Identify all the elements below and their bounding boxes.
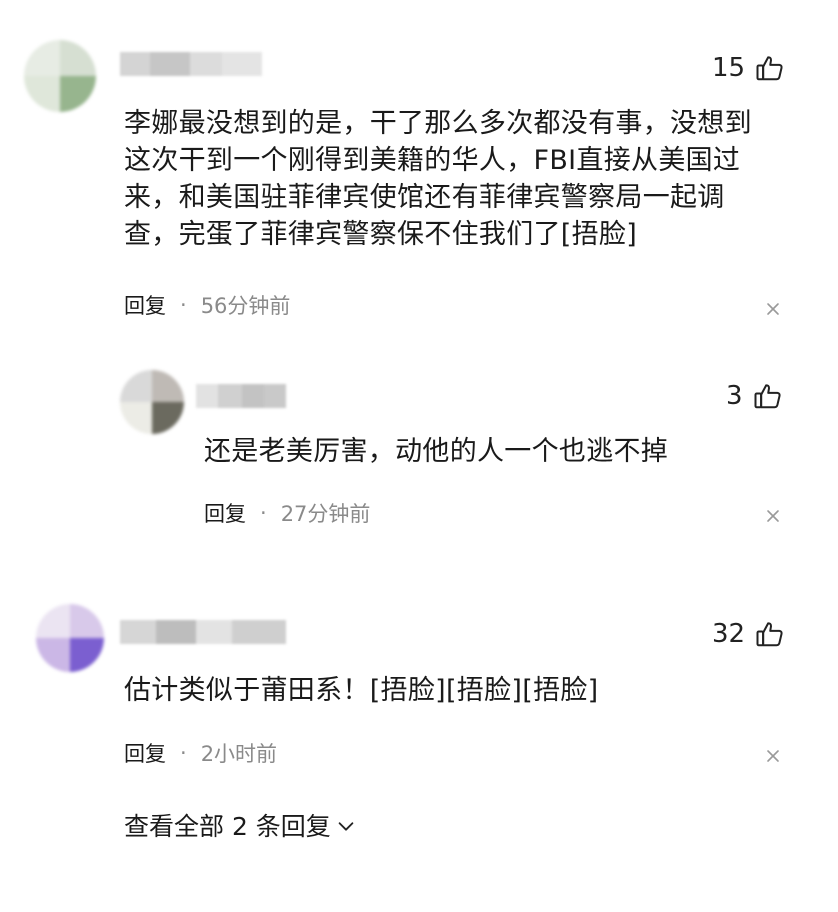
avatar[interactable] xyxy=(24,40,96,112)
dismiss-button[interactable] xyxy=(764,747,782,765)
timestamp: 27分钟前 xyxy=(280,502,371,526)
comment-meta: 回复 · 2小时前 xyxy=(124,738,277,768)
username-blurred[interactable] xyxy=(120,52,262,76)
like-control[interactable]: 32 xyxy=(712,616,785,652)
comment-text: 李娜最没想到的是，干了那么多次都没有事，没想到 这次干到一个刚得到美籍的华人，F… xyxy=(124,105,752,253)
meta-separator: · xyxy=(180,293,187,317)
comment-meta: 回复 · 56分钟前 xyxy=(124,290,290,320)
comment-text-line: 李娜最没想到的是，干了那么多次都没有事，没想到 xyxy=(124,108,752,139)
close-icon xyxy=(767,750,779,762)
meta-separator: · xyxy=(260,501,267,525)
like-count: 3 xyxy=(726,381,743,411)
comment-text-line: 来，和美国驻菲律宾使馆还有菲律宾警察局一起调 xyxy=(124,182,725,213)
reply-button[interactable]: 回复 xyxy=(124,290,166,320)
timestamp: 2小时前 xyxy=(200,742,278,766)
reply-button[interactable]: 回复 xyxy=(124,738,166,768)
username-blurred[interactable] xyxy=(120,620,286,644)
comment-text-line: 这次干到一个刚得到美籍的华人，FBI直接从美国过 xyxy=(124,145,741,176)
username-blurred[interactable] xyxy=(196,384,286,408)
comment-text: 估计类似于莆田系！[捂脸][捂脸][捂脸] xyxy=(124,672,599,709)
close-icon xyxy=(767,303,779,315)
chevron-down-icon xyxy=(338,822,354,831)
timestamp: 56分钟前 xyxy=(200,294,291,318)
meta-separator: · xyxy=(180,741,187,765)
reply-button[interactable]: 回复 xyxy=(204,498,246,528)
comments-page: 15 李娜最没想到的是，干了那么多次都没有事，没想到 这次干到一个刚得到美籍的华… xyxy=(0,0,838,912)
comment-text: 还是老美厉害，动他的人一个也逃不掉 xyxy=(204,433,668,470)
like-control[interactable]: 15 xyxy=(712,50,785,86)
comment-text-line: 查，完蛋了菲律宾警察保不住我们了[捂脸] xyxy=(124,219,638,250)
thumbs-up-icon[interactable] xyxy=(753,381,783,411)
comment-text-line: 估计类似于莆田系！[捂脸][捂脸][捂脸] xyxy=(124,675,599,706)
avatar[interactable] xyxy=(36,604,104,672)
like-count: 15 xyxy=(712,53,746,83)
view-all-replies-label: 查看全部 2 条回复 xyxy=(124,812,331,841)
comment-meta: 回复 · 27分钟前 xyxy=(204,498,370,528)
close-icon xyxy=(767,510,779,522)
dismiss-button[interactable] xyxy=(764,300,782,318)
thumbs-up-icon[interactable] xyxy=(755,619,785,649)
dismiss-button[interactable] xyxy=(764,507,782,525)
avatar[interactable] xyxy=(120,370,184,434)
like-count: 32 xyxy=(712,619,746,649)
view-all-replies-button[interactable]: 查看全部 2 条回复 xyxy=(124,807,357,843)
comment-text-line: 还是老美厉害，动他的人一个也逃不掉 xyxy=(204,436,669,467)
thumbs-up-icon[interactable] xyxy=(755,53,785,83)
like-control[interactable]: 3 xyxy=(726,378,783,414)
